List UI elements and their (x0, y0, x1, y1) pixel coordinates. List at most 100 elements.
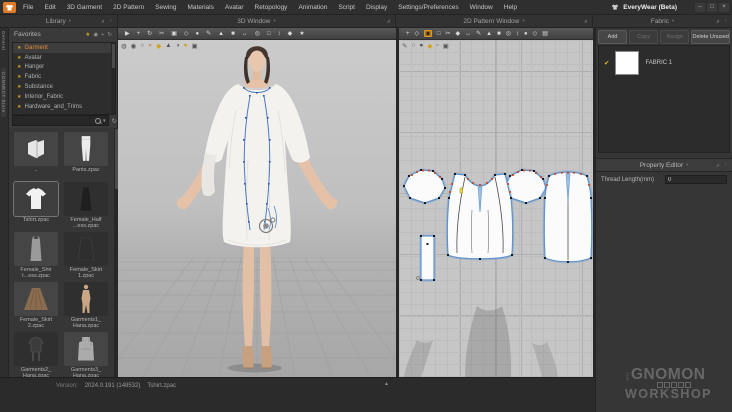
tool-2d-icon-9[interactable]: ▲ (486, 31, 492, 37)
tool-3d-icon-16[interactable]: ★ (299, 30, 304, 37)
file-female-shirt-dress[interactable]: Female_Shir t...ess.zpac (14, 232, 58, 279)
tool-2d-icon-7[interactable]: ↔ (465, 31, 471, 37)
fabric-list-item[interactable]: ✔ FABRIC 1 (599, 46, 729, 75)
delete-unused-button[interactable]: Delete Unused (691, 30, 730, 44)
3d-viewport[interactable]: ◍ ◉ ○ ● ◆ ▲ ◑ ● ▣ (118, 40, 396, 377)
tool-3d-icon-14[interactable]: ↕ (278, 31, 281, 37)
tool-2d-icon-8[interactable]: ✎ (476, 30, 481, 37)
maximize-button[interactable]: □ (707, 2, 717, 12)
favorites-item-substance[interactable]: ★ Substance (13, 82, 115, 92)
display-3d-icon-6[interactable]: ▲ (165, 42, 171, 50)
file-tshirt[interactable]: Tshirt.zpac (13, 181, 59, 229)
display-3d-icon-8[interactable]: ● (184, 42, 188, 50)
tool-3d-icon-8[interactable]: ✎ (206, 30, 211, 37)
file-pants[interactable]: Pants.zpac (64, 132, 108, 179)
menu-item-4[interactable]: 2D Pattern (113, 4, 144, 11)
sidebar-tab-general[interactable]: General (1, 31, 6, 51)
pane-float-icon[interactable]: ◢ (387, 18, 392, 24)
file-female-skirt-2[interactable]: Female_Skirt 2.zpac (14, 282, 58, 329)
sub-tool-2d-icon-1[interactable]: ✎ (402, 42, 407, 50)
display-3d-icon-3[interactable]: ○ (140, 42, 144, 50)
display-3d-icon-7[interactable]: ◑ (176, 42, 180, 50)
tool-2d-icon-4[interactable]: □ (437, 31, 441, 37)
menu-item-10[interactable]: Script (338, 4, 355, 11)
file-garments1-hana[interactable]: Garments1_ Hana.zpac (64, 282, 108, 329)
tool-3d-icon-11[interactable]: ↔ (242, 31, 248, 37)
file-garments2-hana[interactable]: Garments2_ Hana.zpac (14, 332, 58, 377)
tool-3d-icon-1[interactable]: ▶ (125, 30, 130, 37)
2d-pattern-canvas[interactable]: ✎ ○ ● ◆ ▫ ▣ (399, 40, 593, 377)
tool-3d-icon-7[interactable]: ● (196, 31, 200, 37)
favorites-item-avatar[interactable]: ★ Avatar (13, 53, 115, 63)
display-3d-icon-5[interactable]: ◆ (156, 42, 161, 50)
display-3d-icon-2[interactable]: ◉ (131, 42, 137, 50)
tool-2d-icon-14[interactable]: ◇ (533, 30, 538, 37)
copy-button[interactable]: Copy (629, 30, 659, 44)
tool-3d-icon-12[interactable]: ◎ (255, 30, 260, 37)
thread-length-input[interactable] (665, 175, 727, 184)
assign-button[interactable]: Assign (660, 30, 690, 44)
menu-item-5[interactable]: Sewing (155, 4, 176, 11)
display-3d-icon-1[interactable]: ◍ (121, 42, 127, 50)
tool-2d-icon-11[interactable]: ◎ (506, 30, 511, 37)
property-editor-header[interactable]: Property Editor ▾ ◢ × (596, 158, 732, 172)
favorites-add-icon[interactable]: + (101, 32, 104, 38)
tab-library[interactable]: Library ▾ ◢ × (0, 15, 118, 27)
menu-item-6[interactable]: Materials (188, 4, 214, 11)
tool-3d-icon-13[interactable]: □ (267, 31, 271, 37)
menu-item-14[interactable]: Help (504, 4, 517, 11)
tool-3d-icon-10[interactable]: ■ (231, 31, 235, 37)
fabric-swatch[interactable] (615, 51, 640, 75)
tool-2d-icon-10[interactable]: ■ (497, 31, 501, 37)
tool-2d-icon-15[interactable]: ▤ (542, 30, 548, 37)
sidebar-tab-connect-store[interactable]: CONNECT Store (1, 68, 6, 117)
sub-tool-2d-icon-3[interactable]: ● (419, 42, 423, 50)
tool-3d-icon-4[interactable]: ✂ (159, 30, 164, 37)
favorites-item-hardware-and-trims[interactable]: ★ Hardware_and_Trims (13, 102, 115, 112)
menu-item-3[interactable]: 3D Garment (67, 4, 102, 11)
menu-item-13[interactable]: Window (470, 4, 493, 11)
add-button[interactable]: Add (598, 30, 628, 44)
splitter[interactable] (396, 28, 399, 377)
favorites-star-icon[interactable]: ★ (85, 32, 90, 38)
menu-item-9[interactable]: Animation (298, 4, 327, 11)
timeline-toggle-icon[interactable]: ▲ (384, 381, 389, 387)
pane-float-icon[interactable]: ◢ (584, 18, 589, 24)
tab-2d-pattern-window[interactable]: 2D Pattern Window ▾ ◢ (396, 15, 593, 27)
tool-2d-icon-1[interactable]: + (406, 31, 410, 37)
file-folder-up[interactable]: .. (14, 132, 58, 179)
file-female-skirt-1[interactable]: Female_Skirt 1.zpac (64, 232, 108, 279)
tool-2d-icon-3[interactable]: ▣ (424, 30, 432, 37)
sub-tool-2d-icon-5[interactable]: ▫ (436, 42, 438, 50)
search-input[interactable] (15, 117, 93, 124)
tool-3d-icon-2[interactable]: + (137, 31, 141, 37)
tab-3d-window[interactable]: 3D Window ▾ ◢ (118, 15, 396, 27)
file-garments3-hana[interactable]: Garments3_ Hana.zpac (64, 332, 108, 377)
tool-2d-icon-5[interactable]: ✂ (445, 30, 450, 37)
tool-3d-icon-15[interactable]: ◆ (288, 30, 293, 37)
sub-tool-2d-icon-2[interactable]: ○ (411, 42, 415, 50)
tool-2d-icon-12[interactable]: ↕ (516, 31, 519, 37)
tab-fabric[interactable]: Fabric ▾ ◢ × (593, 15, 732, 27)
search-caret-icon[interactable]: ▾ (103, 118, 106, 124)
file-female-half-dress[interactable]: Female_Half ...ess.zpac (64, 182, 108, 229)
favorites-item-interior-fabric[interactable]: ★ Interior_Fabric (13, 92, 115, 102)
menu-item-12[interactable]: Settings/Preferences (398, 4, 458, 11)
favorites-scrollbar[interactable] (111, 43, 115, 114)
sub-tool-2d-icon-6[interactable]: ▣ (443, 42, 449, 50)
tool-3d-icon-3[interactable]: ↻ (147, 30, 152, 37)
tool-3d-icon-9[interactable]: ▲ (218, 31, 224, 37)
tool-2d-icon-6[interactable]: ◆ (455, 30, 460, 37)
minimize-button[interactable]: – (695, 2, 705, 12)
favorites-item-hanger[interactable]: ★ Hanger (13, 63, 115, 73)
tool-2d-icon-13[interactable]: ● (524, 31, 528, 37)
check-icon[interactable]: ✔ (604, 59, 609, 67)
pane-float-close-icons[interactable]: ◢ × (716, 162, 729, 168)
favorites-item-garment[interactable]: ★ Garment (13, 43, 115, 53)
favorites-refresh-icon[interactable]: ↻ (107, 32, 112, 38)
favorites-item-fabric[interactable]: ★ Fabric (13, 72, 115, 82)
search-icon[interactable] (95, 117, 101, 124)
display-3d-icon-9[interactable]: ▣ (192, 42, 198, 50)
tool-3d-icon-6[interactable]: ◇ (184, 30, 189, 37)
pane-float-close-icons[interactable]: ◢ × (101, 18, 114, 24)
